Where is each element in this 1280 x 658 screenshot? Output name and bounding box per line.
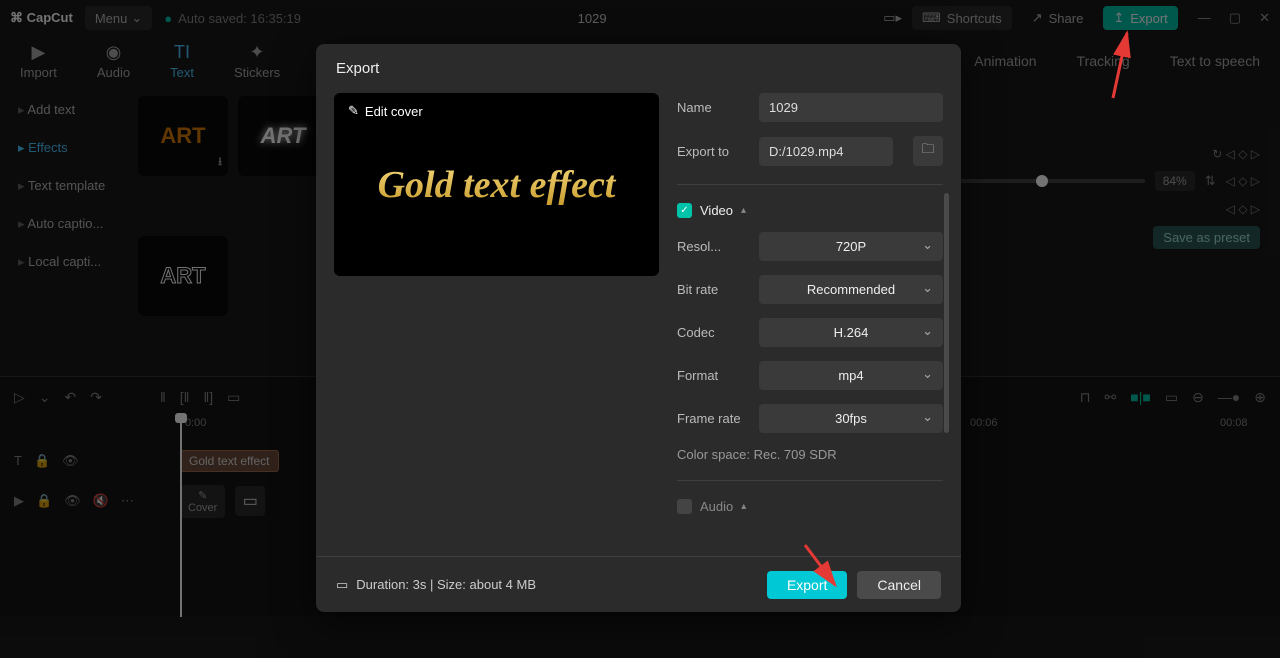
resolution-select[interactable]: 720P [759,232,943,261]
video-section-header[interactable]: ✓ Video ▴ [677,203,943,218]
modal-title: Export [316,44,961,93]
codec-select[interactable]: H.264 [759,318,943,347]
framerate-label: Frame rate [677,411,747,426]
video-checkbox[interactable]: ✓ [677,203,692,218]
caret-up-icon: ▴ [741,205,746,216]
modal-footer: ▭Duration: 3s | Size: about 4 MB Export … [316,556,961,612]
edit-cover-button[interactable]: ✎ Edit cover [348,103,423,119]
format-label: Format [677,368,747,383]
preview-text: Gold text effect [334,163,659,207]
format-select[interactable]: mp4 [759,361,943,390]
audio-checkbox[interactable] [677,499,692,514]
exportto-label: Export to [677,144,747,159]
cancel-button[interactable]: Cancel [857,571,941,599]
browse-button[interactable]: 🗀 [913,136,943,166]
colorspace-info: Color space: Rec. 709 SDR [677,447,943,462]
audio-label: Audio [700,499,733,514]
export-modal: Export ✎ Edit cover Gold text effect Name… [316,44,961,612]
modal-scrollbar[interactable] [944,193,949,433]
export-duration-info: ▭ Duration: 3s | Size: about 4 MB [336,577,536,593]
caret-up-icon: ▴ [741,501,746,512]
name-label: Name [677,100,747,115]
name-input[interactable]: 1029 [759,93,943,122]
film-icon: ▭ [336,577,348,593]
codec-label: Codec [677,325,747,340]
annotation-arrow [795,540,845,600]
exportto-input[interactable]: D:/1029.mp4 [759,137,893,166]
audio-section-header[interactable]: Audio ▴ [677,499,943,514]
duration-text: Duration: 3s | Size: about 4 MB [356,577,536,592]
export-preview: ✎ Edit cover Gold text effect [334,93,659,276]
edit-cover-label: Edit cover [365,104,423,119]
framerate-select[interactable]: 30fps [759,404,943,433]
video-label: Video [700,203,733,218]
folder-icon: 🗀 [921,140,934,162]
bitrate-select[interactable]: Recommended [759,275,943,304]
pencil-icon: ✎ [348,103,359,119]
annotation-arrow [1095,28,1135,113]
resolution-label: Resol... [677,239,747,254]
bitrate-label: Bit rate [677,282,747,297]
